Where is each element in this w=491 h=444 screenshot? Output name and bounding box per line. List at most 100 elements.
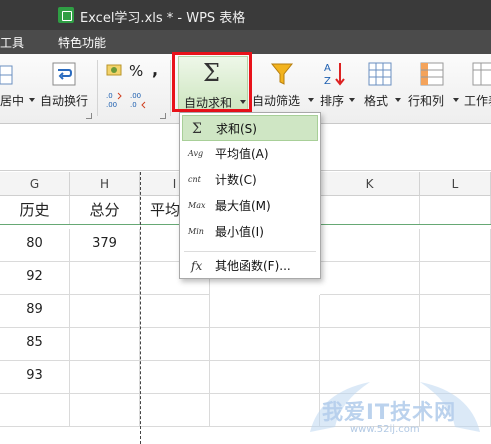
autosum-dropdown-menu: Σ 求和(S) Avg 平均值(A) cnt 计数(C) Max 最大值(M) … [179,112,321,279]
menu-item-label: 求和(S) [216,122,257,136]
menu-tools[interactable]: 工具 [0,34,24,51]
svg-text:.0: .0 [130,101,137,109]
sort-icon: A Z [324,63,345,87]
comma-format-button[interactable]: , [152,60,158,79]
worksheet-button[interactable]: 工作表 [462,54,491,124]
rows-columns-icon [420,62,444,86]
table-cell[interactable] [420,295,491,328]
sort-button[interactable]: A Z 排序 [318,54,358,124]
menu-item-label: 计数(C) [215,173,257,187]
merge-center-button[interactable]: 居中 [0,54,35,124]
increase-decimal-icon: .0 .00 [106,92,122,109]
table-cell[interactable] [420,229,491,262]
menu-item-other-functions[interactable]: fx 其他函数(F)... [182,253,318,279]
min-icon: Min [188,227,204,236]
menu-bar: 工具 特色功能 [0,30,491,54]
increase-decimal-button[interactable]: .0 .00 [106,90,126,110]
wrap-text-button[interactable]: 自动换行 [38,54,92,124]
table-cell[interactable] [320,295,420,328]
wrap-text-icon [52,62,76,86]
column-header-k[interactable]: K [320,172,420,196]
table-cell[interactable] [420,262,491,295]
menu-item-label: 其他函数(F)... [215,259,291,273]
format-button[interactable]: 格式 [362,54,402,124]
table-cell[interactable]: 85 [0,328,70,361]
table-cell[interactable] [70,328,140,361]
menu-item-min[interactable]: Min 最小值(I) [182,219,318,245]
menu-item-label: 最小值(I) [215,225,264,239]
decrease-decimal-icon: .00 .0 [130,92,146,109]
autofilter-label: 自动筛选 [252,94,301,108]
decrease-decimal-button[interactable]: .00 .0 [130,90,150,110]
currency-icon [106,64,122,76]
chevron-down-icon [29,98,35,102]
rows-columns-label: 行和列 [408,94,445,108]
table-cell[interactable]: 379 [70,229,140,262]
table-cell[interactable] [210,295,320,328]
site-watermark: 我爱IT技术网 www.52ij.com [300,372,490,442]
column-header-h[interactable]: H [70,172,140,196]
table-cell[interactable] [70,361,140,394]
sigma-icon: Σ [192,121,202,137]
rows-columns-button[interactable]: 行和列 [406,54,459,124]
chevron-down-icon [395,98,401,102]
page-break-line [140,172,141,444]
header-cell-history[interactable]: 历史 [0,196,70,225]
function-icon: fx [191,259,203,273]
worksheet-label: 工作表 [464,94,491,108]
header-cell-total[interactable]: 总分 [70,196,140,225]
table-cell[interactable] [140,394,210,427]
watermark-url: www.52ij.com [350,424,420,435]
column-header-g[interactable]: G [0,172,70,196]
table-cell[interactable] [70,394,140,427]
column-header-l[interactable]: L [420,172,491,196]
menu-item-max[interactable]: Max 最大值(M) [182,193,318,219]
autosum-highlight-box [172,52,252,112]
menu-separator [184,251,316,252]
menu-item-label: 最大值(M) [215,199,271,213]
spreadsheet-icon [58,7,74,23]
chevron-down-icon [349,98,355,102]
count-icon: cnt [188,175,201,184]
cell[interactable] [320,196,420,225]
table-cell[interactable] [320,262,420,295]
table-cell[interactable]: 92 [0,262,70,295]
menu-item-sum[interactable]: Σ 求和(S) [182,115,318,141]
menu-item-count[interactable]: cnt 计数(C) [182,167,318,193]
table-cell[interactable] [140,361,210,394]
table-cell[interactable] [70,295,140,328]
table-cell[interactable] [0,394,70,427]
table-cell[interactable]: 89 [0,295,70,328]
average-icon: Avg [188,149,204,158]
sort-label: 排序 [320,94,345,108]
ribbon-separator [97,60,98,116]
ribbon-separator [170,60,171,116]
percent-format-button[interactable]: % [129,62,143,80]
worksheet-icon [472,62,491,86]
format-cells-icon [368,62,392,86]
currency-format-button[interactable] [104,60,126,82]
menu-item-label: 平均值(A) [215,147,269,161]
table-cell[interactable]: 80 [0,229,70,262]
table-cell[interactable] [210,328,320,361]
table-cell[interactable]: 93 [0,361,70,394]
svg-text:.00: .00 [106,101,117,109]
filter-icon [270,63,294,85]
merge-center-icon [0,65,13,85]
table-cell[interactable] [140,295,210,328]
table-cell[interactable] [320,328,420,361]
svg-text:Z: Z [324,76,331,87]
table-cell[interactable] [320,229,420,262]
menu-item-average[interactable]: Avg 平均值(A) [182,141,318,167]
cell[interactable] [420,196,491,225]
max-icon: Max [188,201,206,210]
table-cell[interactable] [70,262,140,295]
table-cell[interactable] [420,328,491,361]
menu-special-features[interactable]: 特色功能 [58,34,106,51]
dialog-launcher-icon[interactable] [160,113,166,119]
dialog-launcher-icon[interactable] [86,113,92,119]
table-cell[interactable] [140,328,210,361]
title-bar: Excel学习.xls * - WPS 表格 [0,0,491,30]
svg-text:.0: .0 [106,92,113,100]
window-title: Excel学习.xls * - WPS 表格 [80,11,246,26]
